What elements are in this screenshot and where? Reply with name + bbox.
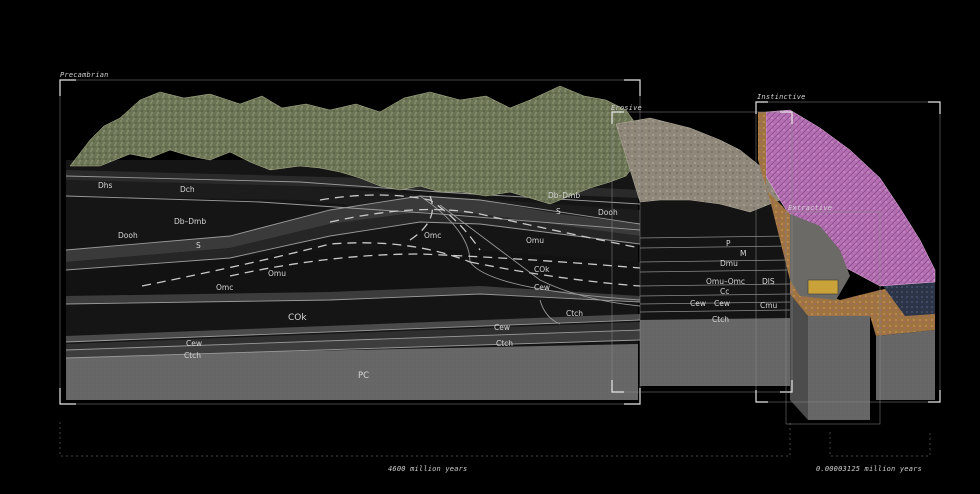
timescale-right: 0.00003125 million years xyxy=(816,465,922,473)
unit-s-left: S xyxy=(196,241,201,250)
unit-dhs: Dhs xyxy=(98,181,113,190)
unit-omu: Omu xyxy=(268,269,286,278)
unit-p: P xyxy=(726,239,731,248)
unit-cew-mid: Cew xyxy=(494,323,510,332)
unit-cmu: Cmu xyxy=(760,301,778,310)
unit-omu-right: Omu xyxy=(526,236,544,245)
unit-dooh: Dooh xyxy=(118,231,138,240)
unit-cok-right: COk xyxy=(534,265,550,274)
unit-omc-lower: Omc xyxy=(216,283,233,292)
section-label-extractive: Extractive xyxy=(788,204,833,212)
unit-cc: Cc xyxy=(720,287,729,296)
unit-cok-main: COk xyxy=(288,313,307,323)
unit-cew-extra: Cew xyxy=(714,299,730,308)
timescale-left: 4600 million years xyxy=(388,465,468,473)
cross-section-canvas: Dhs Dch Db–Dmb Db–Dmb Dooh Dooh S S Omc … xyxy=(59,79,941,457)
geologic-cross-section-diagram: Dhs Dch Db–Dmb Db–Dmb Dooh Dooh S S Omc … xyxy=(0,0,980,490)
unit-dooh-right: Dooh xyxy=(598,208,618,217)
section-label-precambrian: Precambrian xyxy=(60,71,109,79)
unit-ctch-right: Ctch xyxy=(566,309,583,318)
unit-cew-right: Cew xyxy=(534,283,550,292)
unit-omc-upper: Omc xyxy=(424,231,441,240)
unit-pc: PC xyxy=(358,371,369,381)
unit-cew-erosive: Cew xyxy=(690,299,706,308)
unit-db-dmb: Db–Dmb xyxy=(174,217,206,226)
haul-truck-icon xyxy=(807,279,839,295)
unit-dmu: Dmu xyxy=(720,259,738,268)
unit-omu-omc: Omu–Omc xyxy=(706,277,745,286)
section-label-erosive: Erosive xyxy=(611,104,642,112)
unit-db-dmb-right: Db–Dmb xyxy=(548,191,580,200)
main-strata-block xyxy=(65,85,641,400)
section-label-instinctive: Instinctive xyxy=(757,93,806,101)
unit-s-right: S xyxy=(556,207,561,216)
unit-ctch-bottom: Ctch xyxy=(184,351,201,360)
unit-ctch-erosive: Ctch xyxy=(712,315,729,324)
unit-dch: Dch xyxy=(180,185,195,194)
unit-dls: DlS xyxy=(762,277,775,286)
unit-m: M xyxy=(740,249,746,258)
unit-ctch-mid: Ctch xyxy=(496,339,513,348)
unit-cew-bottom: Cew xyxy=(186,339,202,348)
